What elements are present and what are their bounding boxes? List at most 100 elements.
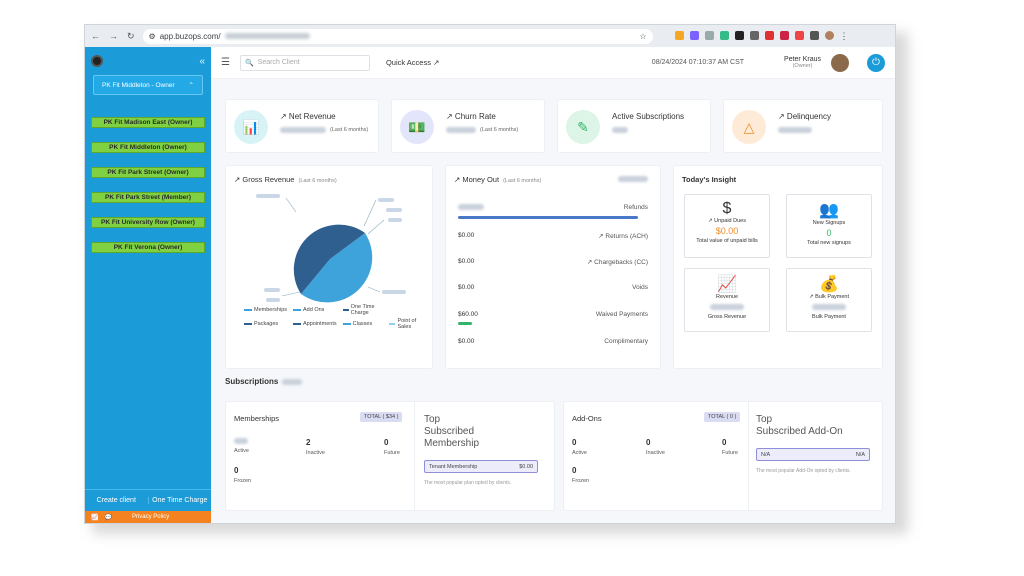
delinquency-card[interactable]: △ ↗ Delinquency [723,99,883,153]
users-group-icon: 👥 [819,202,839,219]
blurred-data-label [386,208,402,212]
one-time-charge-button[interactable]: One Time Charge [147,497,212,504]
bulk-payment-card[interactable]: 💰 ↗ Bulk Payment Bulk Payment [786,268,872,332]
back-icon[interactable]: ← [91,31,100,42]
row-label[interactable]: Refunds [624,204,648,211]
blurred-data-label [382,290,406,294]
forward-icon[interactable]: → [109,31,118,42]
location-item[interactable]: PK Fit Park Street (Member) [91,192,205,203]
kebab-menu-icon[interactable]: ⋮ [840,31,849,42]
user-info[interactable]: Peter Kraus (Owner) [784,56,821,70]
blurred-value [710,304,744,310]
row-label[interactable]: ↗ Chargebacks (CC) [587,258,648,266]
profile-icon[interactable] [824,30,834,40]
extension-icon[interactable] [779,30,789,40]
quick-access-link[interactable]: Quick Access ↗ [386,58,439,67]
stat-label: Inactive [646,450,665,456]
churn-rate-card[interactable]: 💵 ↗ Churn Rate (Last 6 months) [391,99,545,153]
extension-icon[interactable] [689,30,699,40]
legend-item[interactable]: Packages [244,318,287,330]
chart-icon[interactable]: 📈 [91,514,98,521]
legend-label: Add Ons [303,307,325,313]
unpaid-dues-card[interactable]: $ ↗ Unpaid Dues $0.00 Total value of unp… [684,194,770,258]
power-icon[interactable]: ⏻ [867,53,885,72]
location-item[interactable]: PK Fit Madison East (Owner) [91,117,205,128]
frozen-stat: 0 Frozen [572,466,589,484]
row-label[interactable]: ↗ Returns (ACH) [598,232,648,240]
panel-title[interactable]: ↗ Gross Revenue (Last 6 months) [234,175,337,184]
blurred-data-label [388,218,402,222]
address-bar[interactable]: ⚙ app.buzops.com/ ☆ [142,28,653,44]
active-subscriptions-card[interactable]: ✎ Active Subscriptions [557,99,711,153]
stat-value: 0 [722,438,727,447]
legend-item[interactable]: Point of Sales [389,318,424,330]
create-client-button[interactable]: Create client [85,497,148,504]
location-item[interactable]: PK Fit Park Street (Owner) [91,167,205,178]
extension-icon[interactable] [704,30,714,40]
addon-amount: N/A [855,451,865,458]
blurred-value [778,127,812,133]
avatar[interactable] [831,53,849,72]
chat-icon[interactable]: 💬 [104,514,111,521]
bookmark-star-icon[interactable]: ☆ [639,32,646,41]
extension-icon[interactable] [764,30,774,40]
location-item[interactable]: PK Fit Verona (Owner) [91,242,205,253]
legend-item[interactable]: Classes [342,318,384,330]
location-item[interactable]: PK Fit Middleton (Owner) [91,142,205,153]
memberships-title: Memberships [234,414,280,423]
card-desc: Total value of unpaid bills [696,238,758,244]
legend-item[interactable]: Appointments [293,318,337,330]
blurred-amount [458,204,484,210]
trend-chart-icon: 📈 [717,276,737,293]
blurred-value [234,438,248,444]
extension-icon[interactable] [749,30,759,40]
row-amount: $0.00 [458,258,475,265]
extension-icon[interactable] [719,30,729,40]
panel-title[interactable]: ↗ Money Out (Last 6 months) [454,175,541,184]
extension-icon[interactable] [794,30,804,40]
row-label: Waived Payments [595,311,648,318]
chart-legend: Memberships Add Ons One Time Charge Pack… [244,304,424,330]
kpi-title: ↗ Churn Rate [446,112,496,121]
search-input[interactable]: 🔍 Search Client [239,54,370,71]
main-content: ☰ 🔍 Search Client Quick Access ↗ 08/24/2… [211,47,895,523]
legend-item[interactable]: Memberships [244,304,287,316]
top-addon-note: The most popular Add-On opted by clients… [756,468,851,474]
inactive-stat: 0 Inactive [646,438,665,456]
refunds-bar [458,216,638,219]
legend-label: Classes [352,321,373,327]
new-signups-card[interactable]: 👥 New Signups 0 Total new signups [786,194,872,258]
addon-name: N/A [761,451,771,458]
kpi-period: (Last 6 months) [480,127,519,133]
location-item[interactable]: PK Fit University Row (Owner) [91,217,205,228]
chevron-up-icon: ⌃ [188,82,194,89]
divider [748,402,749,510]
puzzle-icon[interactable] [809,30,819,40]
money-out-panel: ↗ Money Out (Last 6 months) Refunds $0.00… [445,165,661,369]
divider [414,402,415,510]
location-select-label: PK Fit Middleton - Owner [102,81,175,89]
extension-icon[interactable] [734,30,744,40]
top-addon-pill[interactable]: N/A N/A [756,448,870,461]
legend-item[interactable]: Add Ons [293,304,337,316]
reload-icon[interactable]: ↻ [127,31,135,42]
privacy-policy-link[interactable]: Privacy Policy [132,514,169,520]
card-title: New Signups [812,220,846,226]
top-bar: ☰ 🔍 Search Client Quick Access ↗ 08/24/2… [211,47,895,79]
net-revenue-card[interactable]: 📊 ↗ Net Revenue (Last 6 months) [225,99,379,153]
site-info-icon[interactable]: ⚙ [149,32,156,41]
legend-label: Appointments [303,321,337,327]
top-membership-pill[interactable]: Tenant Membership $0.00 [424,460,538,473]
row-amount: $0.00 [458,338,475,345]
filter-sliders-icon[interactable]: ☰ [221,57,230,68]
browser-toolbar: ← → ↻ ⚙ app.buzops.com/ ☆ ⋮ [85,25,895,47]
top-membership-note: The most popular plan opted by clients. [424,480,512,486]
legend-item[interactable]: One Time Charge [342,304,384,316]
extension-icon[interactable] [674,30,684,40]
stat-label: Frozen [572,478,590,484]
stat-label: Future [384,450,400,456]
leader-line [363,199,377,227]
revenue-insight-card[interactable]: 📈 Revenue Gross Revenue [684,268,770,332]
location-select[interactable]: PK Fit Middleton - Owner ⌃ [93,75,203,95]
collapse-sidebar-icon[interactable]: « [199,56,205,67]
